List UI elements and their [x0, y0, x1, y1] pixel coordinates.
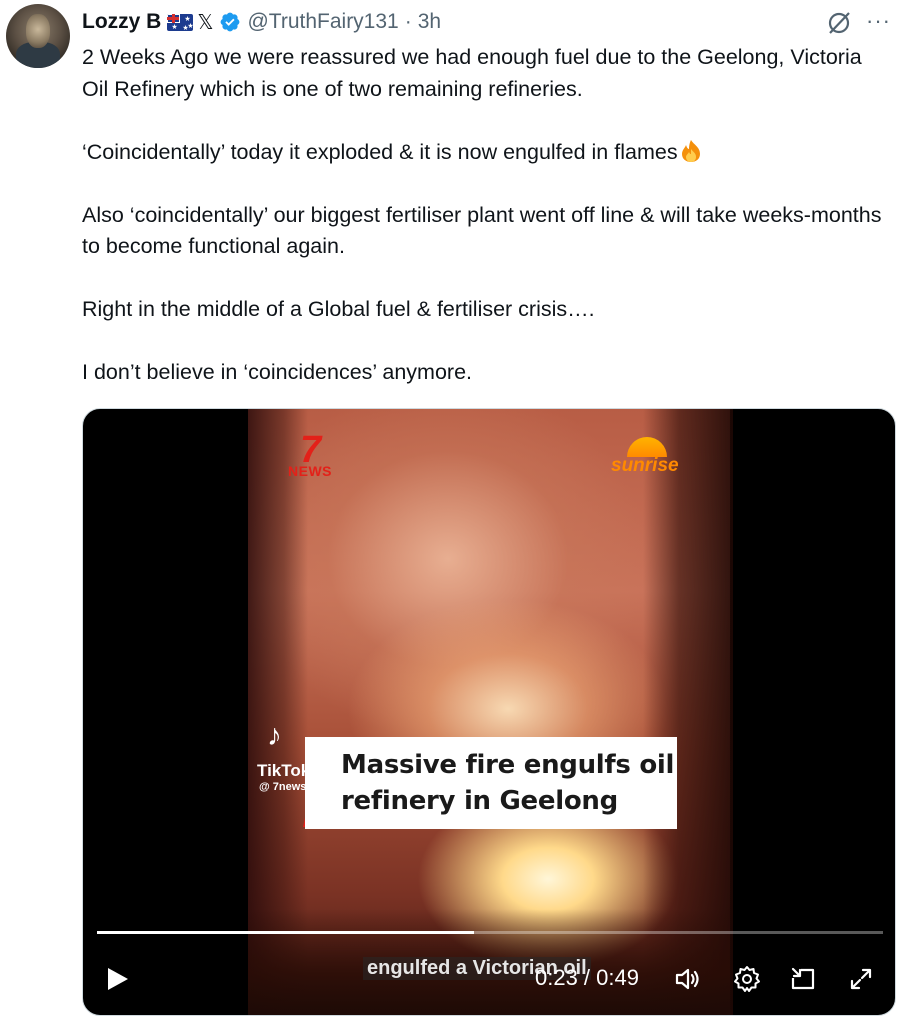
play-icon[interactable]	[103, 965, 131, 993]
author-name[interactable]: Lozzy B	[82, 10, 161, 34]
caption-line-1: Massive fire engulfs oil	[341, 750, 675, 780]
video-progress-fill	[97, 931, 475, 934]
7news-logo: 7 NEWS	[288, 429, 332, 479]
avatar-face	[26, 14, 50, 48]
video-progress-bar[interactable]	[97, 931, 883, 934]
sunrise-logo: sunrise	[611, 437, 691, 481]
fire-emoji-icon	[681, 139, 700, 162]
video-time: 0:23 / 0:49	[535, 965, 639, 990]
settings-gear-icon[interactable]	[733, 965, 761, 993]
header-separator: ·	[404, 10, 412, 33]
grok-icon[interactable]	[826, 10, 852, 36]
fullscreen-icon[interactable]	[847, 965, 875, 993]
volume-icon[interactable]	[673, 965, 701, 993]
australia-flag-icon: ★ ★ ★ ★	[167, 13, 194, 31]
video-caption: Massive fire engulfs oil refinery in Gee…	[305, 737, 677, 829]
author-avatar[interactable]	[6, 4, 70, 68]
tweet-header: Lozzy B ★ ★ ★ ★ 𝕏 @TruthFairy131 · 3h	[82, 8, 441, 36]
post-timestamp[interactable]: 3h	[418, 10, 441, 34]
tweet-paragraph: ‘Coincidentally’ today it exploded & it …	[82, 137, 882, 169]
tweet-paragraph: Also ‘coincidentally’ our biggest fertil…	[82, 202, 882, 259]
tweet-text: 2 Weeks Ago we were reassured we had eno…	[82, 42, 882, 389]
tweet-paragraph: Right in the middle of a Global fuel & f…	[82, 297, 595, 321]
tiktok-icon: ♪	[267, 719, 282, 752]
video-player[interactable]: 7 NEWS sunrise ♪ TikTok @ 7news Massive …	[82, 408, 896, 1016]
author-handle[interactable]: @TruthFairy131	[247, 10, 398, 34]
verified-badge-icon	[221, 12, 240, 32]
more-icon[interactable]: ···	[866, 8, 891, 34]
tweet-paragraph: 2 Weeks Ago we were reassured we had eno…	[82, 45, 862, 101]
picture-in-picture-icon[interactable]	[789, 965, 817, 993]
tweet-paragraph: I don’t believe in ‘coincidences’ anymor…	[82, 360, 473, 384]
caption-line-2: refinery in Geelong	[341, 786, 618, 816]
x-logo-icon: 𝕏	[197, 11, 214, 34]
